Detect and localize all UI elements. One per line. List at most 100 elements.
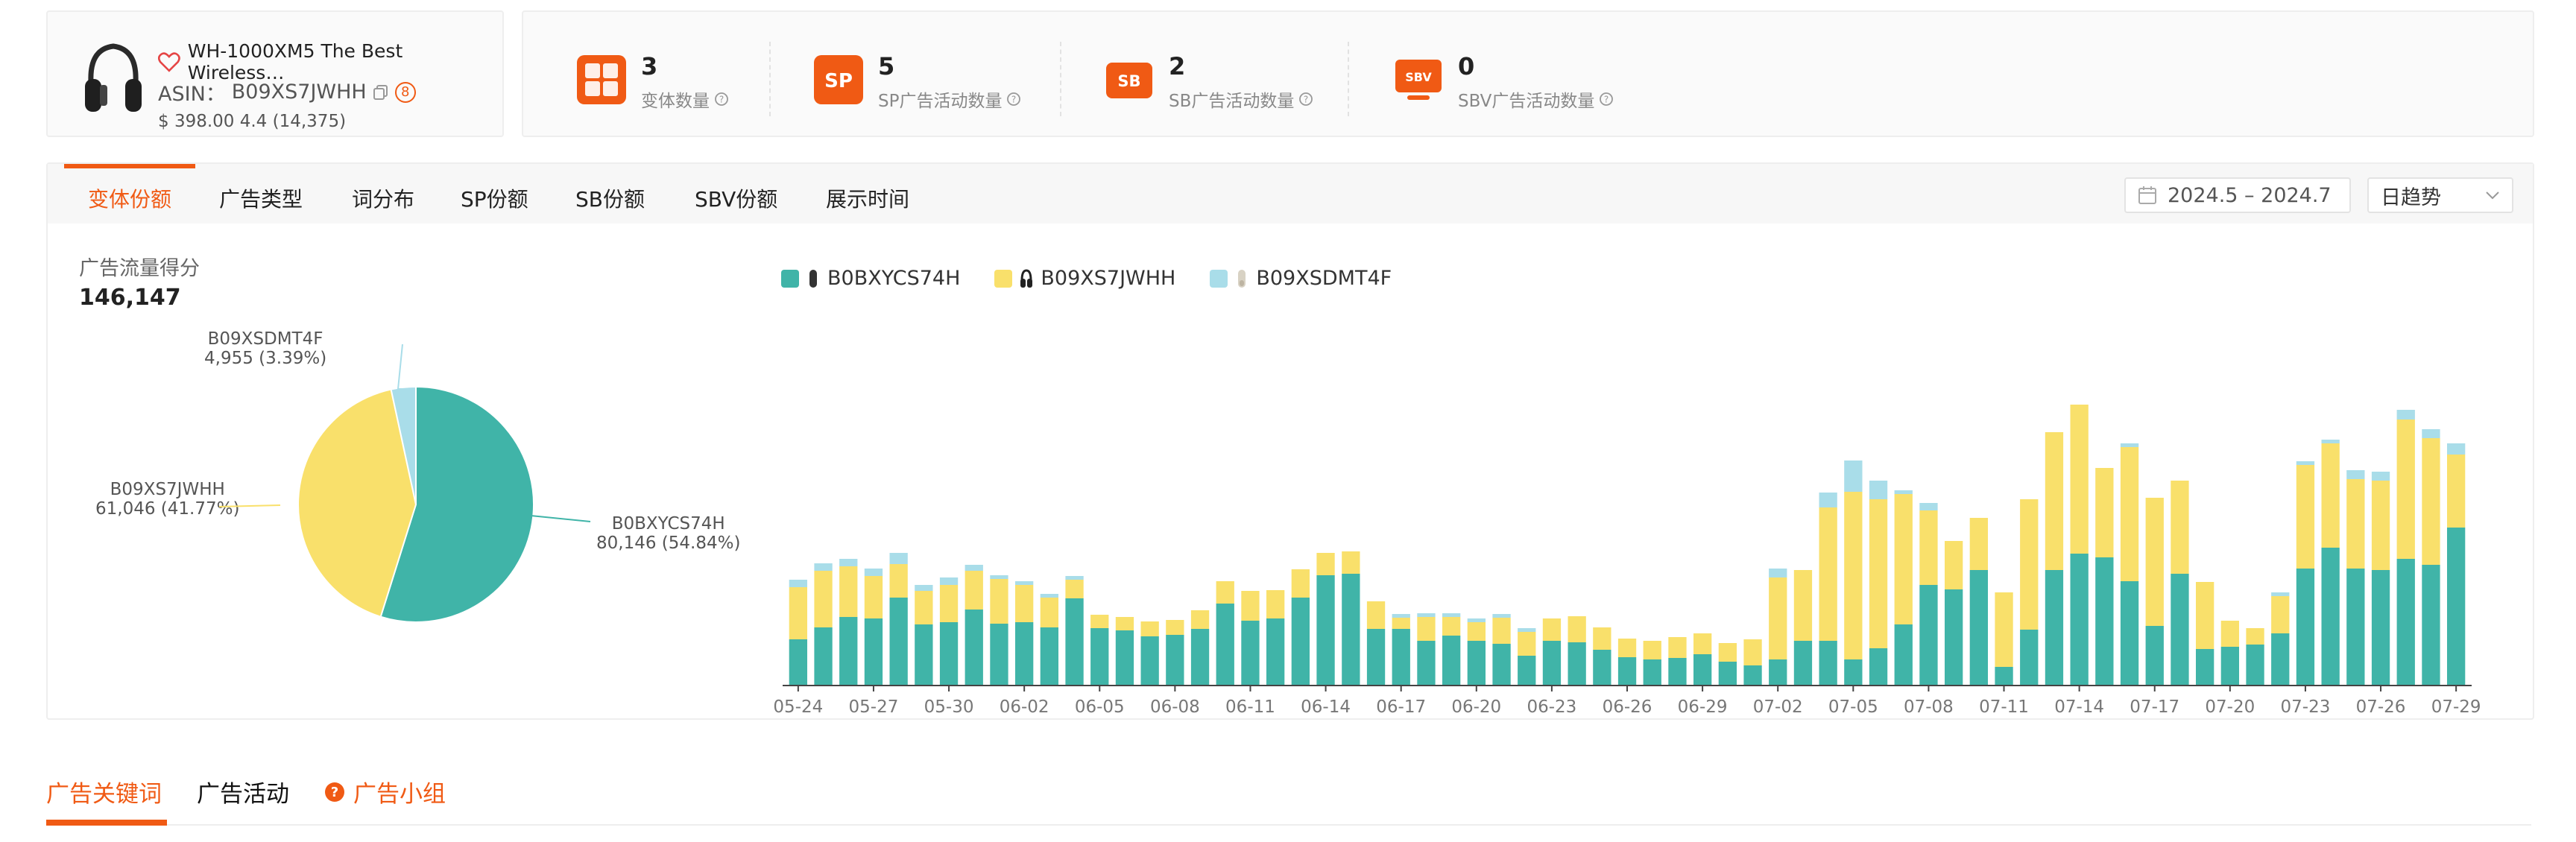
bar-segment-b09xs7jwhh-07-03[interactable]: [1793, 570, 1813, 641]
bar-segment-b09xs7jwhh-06-24[interactable]: [1568, 616, 1586, 642]
bar-segment-b09xs7jwhh-07-15[interactable]: [2095, 468, 2114, 557]
bar-segment-b0bxycs74h-07-12[interactable]: [2020, 630, 2039, 686]
bar-segment-b0bxycs74h-05-28[interactable]: [889, 598, 908, 686]
bar-segment-b09xs7jwhh-07-29[interactable]: [2447, 455, 2466, 528]
bar-segment-b09xs7jwhh-06-26[interactable]: [1617, 639, 1637, 657]
bar-segment-b09xs7jwhh-07-06[interactable]: [1869, 499, 1888, 648]
bar-segment-b09xs7jwhh-06-07[interactable]: [1140, 621, 1159, 636]
bar-segment-b09xs7jwhh-07-13[interactable]: [2045, 432, 2064, 570]
bar-segment-b09xsdmt4f-07-23[interactable]: [2296, 461, 2315, 465]
bar-segment-b09xsdmt4f-07-27[interactable]: [2396, 410, 2415, 420]
bar-segment-b0bxycs74h-07-24[interactable]: [2321, 548, 2340, 686]
bar-segment-b0bxycs74h-07-16[interactable]: [2120, 581, 2139, 686]
bar-segment-b09xsdmt4f-06-20[interactable]: [1467, 618, 1486, 622]
bar-segment-b0bxycs74h-06-07[interactable]: [1140, 636, 1159, 686]
bar-segment-b0bxycs74h-05-26[interactable]: [839, 617, 858, 686]
bar-segment-b09xsdmt4f-07-28[interactable]: [2422, 429, 2440, 438]
tab-ad-campaigns[interactable]: 广告活动: [197, 775, 289, 808]
bar-segment-b0bxycs74h-06-22[interactable]: [1518, 656, 1536, 686]
bar-segment-b0bxycs74h-07-21[interactable]: [2246, 645, 2264, 686]
bar-segment-b09xs7jwhh-06-14[interactable]: [1316, 553, 1335, 575]
bar-segment-b0bxycs74h-07-29[interactable]: [2447, 528, 2466, 686]
bar-segment-b09xs7jwhh-07-27[interactable]: [2396, 420, 2415, 559]
bar-segment-b0bxycs74h-06-05[interactable]: [1090, 628, 1109, 686]
bar-segment-b09xsdmt4f-07-26[interactable]: [2371, 472, 2390, 481]
bar-segment-b0bxycs74h-06-28[interactable]: [1668, 658, 1687, 686]
bar-segment-b09xs7jwhh-05-26[interactable]: [839, 566, 858, 617]
bar-segment-b09xs7jwhh-05-29[interactable]: [915, 591, 933, 624]
bar-segment-b0bxycs74h-06-15[interactable]: [1342, 574, 1360, 686]
bar-segment-b09xsdmt4f-05-28[interactable]: [889, 553, 908, 564]
bar-segment-b09xsdmt4f-07-08[interactable]: [1919, 503, 1938, 510]
bar-segment-b09xs7jwhh-07-09[interactable]: [1945, 541, 1963, 589]
bar-segment-b0bxycs74h-06-30[interactable]: [1718, 662, 1737, 686]
bar-segment-b0bxycs74h-06-21[interactable]: [1492, 644, 1511, 686]
bar-segment-b09xs7jwhh-06-25[interactable]: [1593, 627, 1611, 650]
bar-segment-b09xs7jwhh-06-13[interactable]: [1291, 569, 1310, 598]
bar-segment-b09xs7jwhh-05-27[interactable]: [864, 576, 883, 618]
bar-segment-b0bxycs74h-07-11[interactable]: [1995, 667, 2013, 686]
bar-segment-b09xs7jwhh-05-31[interactable]: [965, 571, 983, 610]
bar-segment-b09xs7jwhh-07-12[interactable]: [2020, 499, 2039, 630]
bar-segment-b0bxycs74h-06-11[interactable]: [1241, 621, 1260, 686]
bar-segment-b09xs7jwhh-06-30[interactable]: [1718, 643, 1737, 662]
bar-segment-b0bxycs74h-07-02[interactable]: [1769, 659, 1787, 686]
bar-segment-b0bxycs74h-06-23[interactable]: [1542, 641, 1562, 686]
bar-segment-b09xs7jwhh-07-21[interactable]: [2246, 628, 2264, 645]
bar-segment-b09xsdmt4f-05-25[interactable]: [814, 563, 833, 571]
bar-segment-b09xsdmt4f-05-24[interactable]: [789, 580, 807, 587]
bar-segment-b09xs7jwhh-07-18[interactable]: [2171, 481, 2189, 574]
bar-segment-b09xs7jwhh-06-03[interactable]: [1040, 598, 1058, 627]
bar-segment-b0bxycs74h-06-08[interactable]: [1166, 635, 1184, 686]
bar-segment-b09xs7jwhh-07-01[interactable]: [1743, 639, 1762, 665]
bar-segment-b09xs7jwhh-07-17[interactable]: [2145, 498, 2164, 626]
bar-segment-b0bxycs74h-06-09[interactable]: [1190, 629, 1210, 686]
bar-segment-b09xs7jwhh-07-14[interactable]: [2070, 405, 2089, 554]
bar-segment-b09xs7jwhh-07-08[interactable]: [1919, 510, 1938, 585]
bar-segment-b09xs7jwhh-05-25[interactable]: [814, 571, 833, 627]
bar-segment-b09xsdmt4f-07-25[interactable]: [2346, 470, 2365, 479]
bar-segment-b09xsdmt4f-05-26[interactable]: [839, 559, 858, 566]
tab-ad-keywords[interactable]: 广告关键词: [46, 775, 162, 808]
bar-segment-b09xs7jwhh-07-23[interactable]: [2296, 465, 2315, 569]
bar-segment-b09xs7jwhh-06-18[interactable]: [1417, 617, 1436, 641]
bar-segment-b09xs7jwhh-05-24[interactable]: [789, 587, 807, 639]
bar-segment-b0bxycs74h-07-01[interactable]: [1743, 665, 1762, 686]
bar-segment-b09xs7jwhh-07-07[interactable]: [1894, 494, 1913, 624]
bar-segment-b09xs7jwhh-05-30[interactable]: [939, 585, 959, 622]
bar-segment-b09xs7jwhh-07-22[interactable]: [2271, 596, 2290, 633]
bar-segment-b09xsdmt4f-06-22[interactable]: [1518, 628, 1536, 632]
bar-segment-b0bxycs74h-06-19[interactable]: [1442, 636, 1461, 686]
bar-segment-b0bxycs74h-06-18[interactable]: [1417, 641, 1436, 686]
bar-segment-b09xs7jwhh-07-26[interactable]: [2371, 481, 2390, 570]
bar-segment-b0bxycs74h-06-12[interactable]: [1266, 618, 1285, 686]
bar-segment-b09xsdmt4f-06-17[interactable]: [1392, 614, 1410, 618]
bar-segment-b0bxycs74h-07-28[interactable]: [2422, 565, 2440, 686]
bar-segment-b0bxycs74h-07-22[interactable]: [2271, 633, 2290, 686]
bar-segment-b09xs7jwhh-06-02[interactable]: [1015, 585, 1034, 622]
copy-icon[interactable]: [373, 84, 389, 101]
bar-segment-b09xsdmt4f-06-01[interactable]: [990, 575, 1008, 579]
bar-segment-b09xs7jwhh-06-05[interactable]: [1090, 615, 1109, 628]
bar-segment-b0bxycs74h-06-24[interactable]: [1568, 642, 1586, 686]
bar-segment-b09xs7jwhh-07-05[interactable]: [1844, 492, 1863, 659]
bar-segment-b0bxycs74h-07-08[interactable]: [1919, 585, 1938, 686]
bar-segment-b09xsdmt4f-05-27[interactable]: [864, 569, 883, 576]
bar-segment-b09xsdmt4f-05-29[interactable]: [915, 585, 933, 591]
bar-segment-b09xsdmt4f-07-22[interactable]: [2271, 592, 2290, 596]
bar-segment-b09xs7jwhh-06-22[interactable]: [1518, 632, 1536, 656]
bar-segment-b09xs7jwhh-07-16[interactable]: [2120, 447, 2139, 581]
bar-segment-b09xs7jwhh-06-17[interactable]: [1392, 618, 1410, 629]
bar-segment-b0bxycs74h-05-25[interactable]: [814, 627, 833, 686]
help-icon[interactable]: ?: [714, 92, 729, 107]
bar-segment-b09xs7jwhh-06-04[interactable]: [1065, 580, 1084, 598]
bar-segment-b09xs7jwhh-06-08[interactable]: [1166, 620, 1184, 635]
bar-segment-b09xs7jwhh-05-28[interactable]: [889, 564, 908, 598]
bar-segment-b09xs7jwhh-06-16[interactable]: [1366, 601, 1386, 629]
bar-segment-b09xsdmt4f-07-24[interactable]: [2321, 440, 2340, 443]
bar-segment-b09xs7jwhh-06-20[interactable]: [1467, 622, 1486, 641]
bar-segment-b0bxycs74h-05-27[interactable]: [864, 618, 883, 686]
bar-segment-b09xs7jwhh-07-20[interactable]: [2220, 621, 2239, 647]
bar-segment-b09xs7jwhh-06-19[interactable]: [1442, 617, 1461, 636]
bar-segment-b09xsdmt4f-06-18[interactable]: [1417, 613, 1436, 617]
